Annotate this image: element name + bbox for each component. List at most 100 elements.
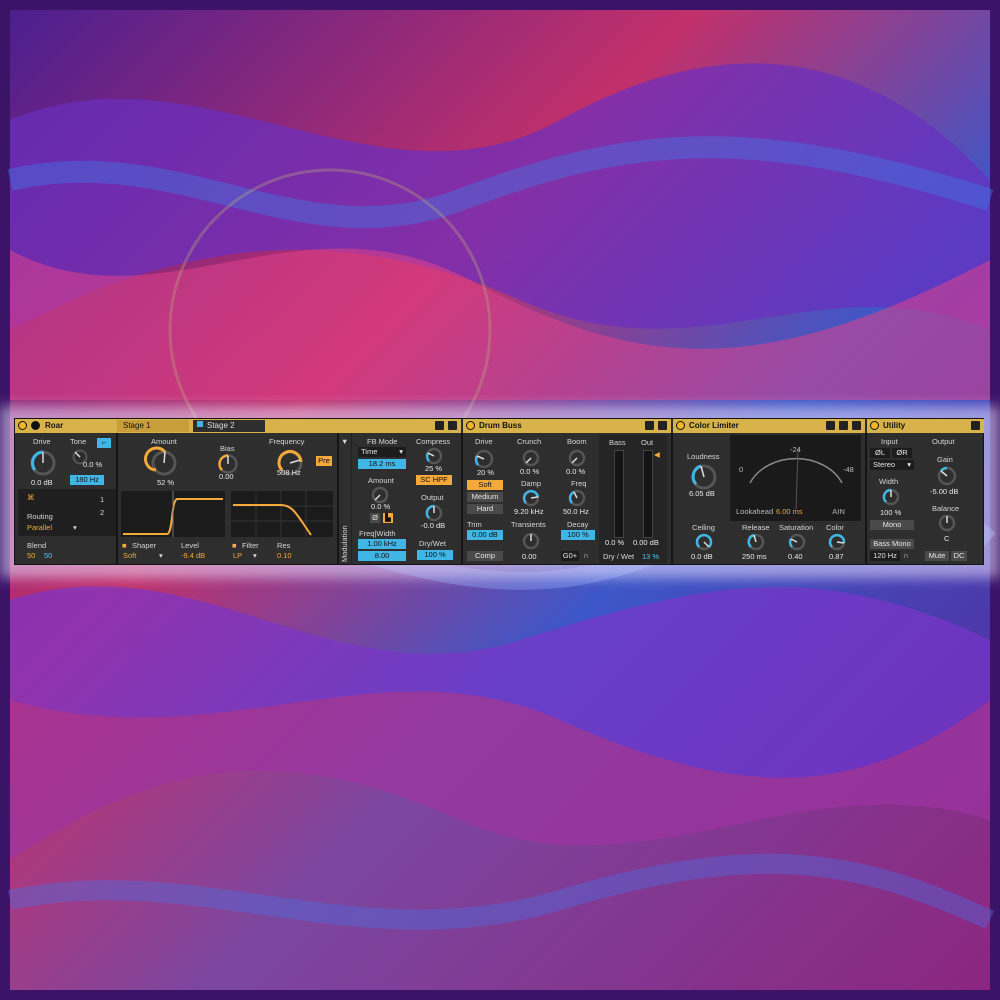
drum-buss-boom-knob[interactable] (567, 448, 587, 468)
roar-output-knob[interactable] (424, 503, 444, 523)
roar-fb-width[interactable]: 8.00 (358, 551, 406, 561)
color-limiter-loudness-value: 6.05 dB (689, 489, 715, 498)
shaper-toggle-icon[interactable]: ■ (122, 541, 127, 550)
color-limiter-release-knob[interactable] (746, 532, 766, 552)
drum-buss-trim-label: Trim (467, 520, 482, 529)
roar-tone-filter-button[interactable]: ⌐ (97, 438, 111, 448)
roar-output-label: Output (421, 493, 444, 502)
roar-compress-label: Compress (416, 437, 451, 446)
drum-buss-mode-medium[interactable]: Medium (467, 492, 503, 502)
tab-stage-2[interactable]: Stage 2 (193, 420, 265, 432)
roar-fb-time[interactable]: 18.2 ms (358, 459, 406, 469)
meter-tick-minus48: -48 (843, 465, 854, 474)
roar-shaper-value[interactable]: Soft (123, 551, 136, 560)
roar-route-2[interactable]: 2 (100, 508, 104, 517)
utility-balance-knob[interactable] (937, 513, 957, 533)
roar-route-1[interactable]: 1 (100, 495, 104, 504)
utility-width-label: Width (879, 477, 899, 486)
roar-drive-knob[interactable] (28, 448, 58, 478)
roar-hotswap-icon[interactable] (435, 421, 444, 430)
utility-gain-knob[interactable] (936, 465, 958, 487)
headphone-icon[interactable]: ∩ (583, 551, 588, 560)
roar-amount-knob[interactable] (144, 446, 179, 478)
roar-collapse-icon[interactable]: ▼ (341, 437, 348, 446)
meter-tick-0: 0 (739, 465, 744, 474)
drum-buss-g0-button[interactable]: G0+ (561, 551, 579, 561)
color-limiter-save-icon[interactable] (852, 421, 861, 430)
drum-buss-decay-value[interactable]: 100 % (561, 530, 595, 540)
utility-mono-button[interactable]: Mono (870, 520, 914, 530)
drum-buss-transients-knob[interactable] (521, 531, 541, 551)
utility-channel-select[interactable]: Stereo ▾ (870, 460, 914, 470)
drum-buss-power-button[interactable] (466, 421, 475, 430)
drum-buss-out-arrow-icon[interactable]: ◀ (654, 450, 660, 459)
filter-toggle-icon[interactable]: ■ (232, 541, 237, 550)
color-limiter-release-value: 250 ms (742, 552, 767, 561)
color-limiter-power-button[interactable] (676, 421, 685, 430)
roar-routing-value[interactable]: Parallel (27, 523, 52, 532)
drum-buss-bass-meter[interactable] (614, 450, 624, 538)
utility-bass-mono-freq[interactable]: 120 Hz (870, 551, 900, 561)
roar-drywet-value[interactable]: 100 % (417, 550, 453, 560)
roar-fb-invert-button[interactable]: Ø (370, 513, 380, 523)
headphone-icon[interactable]: ∩ (903, 551, 908, 560)
utility-width-knob[interactable] (881, 487, 901, 507)
color-limiter-ceiling-label: Ceiling (692, 523, 715, 532)
drum-buss-mode-hard[interactable]: Hard (467, 504, 503, 514)
drum-buss-drive-knob[interactable] (473, 448, 495, 470)
roar-bias-value: 0.00 (219, 472, 234, 481)
color-limiter-lookahead-value[interactable]: 6.00 ms (776, 507, 803, 516)
drum-buss-hotswap-icon[interactable] (645, 421, 654, 430)
drum-buss-freq-knob[interactable] (567, 488, 587, 508)
roar-pre-button[interactable]: Pre (316, 456, 332, 466)
drum-buss-trim-value[interactable]: 0.00 dB (467, 530, 503, 540)
drum-buss-drywet-value[interactable]: 13 % (642, 552, 659, 561)
chevron-down-icon: ▾ (399, 447, 403, 456)
roar-save-icon[interactable] (448, 421, 457, 430)
roar-play-icon[interactable] (31, 421, 40, 430)
roar-fb-freq[interactable]: 1.00 kHz (358, 539, 406, 549)
roar-drywet-label: Dry/Wet (419, 539, 446, 548)
roar-level-value[interactable]: -9.4 dB (181, 551, 205, 560)
roar-fb-sync-button[interactable]: ▙ (383, 513, 393, 523)
color-limiter-color-knob[interactable] (827, 532, 847, 552)
drum-buss-crunch-knob[interactable] (521, 448, 541, 468)
roar-routing-label: Routing (27, 512, 53, 521)
drum-buss-damp-knob[interactable] (521, 488, 541, 508)
drum-buss-damp-value: 9.20 kHz (514, 507, 544, 516)
color-limiter-edit-icon[interactable] (826, 421, 835, 430)
utility-bass-mono-button[interactable]: Bass Mono (870, 539, 914, 549)
color-limiter-saturation-knob[interactable] (787, 532, 807, 552)
drum-buss-out-meter[interactable] (643, 450, 653, 538)
color-limiter-ceiling-knob[interactable] (694, 532, 714, 552)
roar-blend-b[interactable]: 50 (44, 551, 52, 560)
drum-buss-out-value: 0.00 dB (633, 538, 659, 547)
color-limiter-hotswap-icon[interactable] (839, 421, 848, 430)
tab-stage-1[interactable]: Stage 1 (117, 420, 189, 432)
roar-blend-a[interactable]: 50 (27, 551, 35, 560)
roar-res-value[interactable]: 0.10 (277, 551, 292, 560)
drum-buss-decay-label: Decay (567, 520, 589, 529)
drum-buss-mode-soft[interactable]: Soft (467, 480, 503, 490)
drum-buss-save-icon[interactable] (658, 421, 667, 430)
utility-phase-right[interactable]: ØR (892, 448, 912, 458)
roar-filter-value[interactable]: LP (233, 551, 242, 560)
utility-mute-button[interactable]: Mute (925, 551, 949, 561)
utility-dc-button[interactable]: DC (951, 551, 967, 561)
roar-blend-label: Blend (27, 541, 47, 550)
drum-buss-out-label: Out (641, 438, 654, 447)
roar-fb-mode-select[interactable]: Time ▾ (358, 447, 406, 457)
utility-phase-left[interactable]: ØL (870, 448, 890, 458)
roar-tone-freq[interactable]: 180 Hz (70, 475, 104, 485)
device-divider (671, 433, 673, 565)
roar-power-button[interactable] (18, 421, 27, 430)
drum-buss-transients-label: Transients (511, 520, 546, 529)
roar-output-value: -0.0 dB (421, 521, 446, 530)
color-limiter-loudness-knob[interactable] (689, 462, 719, 492)
roar-modulation-label[interactable]: Modulation (340, 525, 349, 562)
roar-sc-hpf-button[interactable]: SC HPF (416, 475, 452, 485)
utility-save-icon[interactable] (971, 421, 980, 430)
drum-buss-comp-button[interactable]: Comp (467, 551, 503, 561)
utility-power-button[interactable] (870, 421, 879, 430)
roar-compress-knob[interactable] (424, 446, 444, 466)
